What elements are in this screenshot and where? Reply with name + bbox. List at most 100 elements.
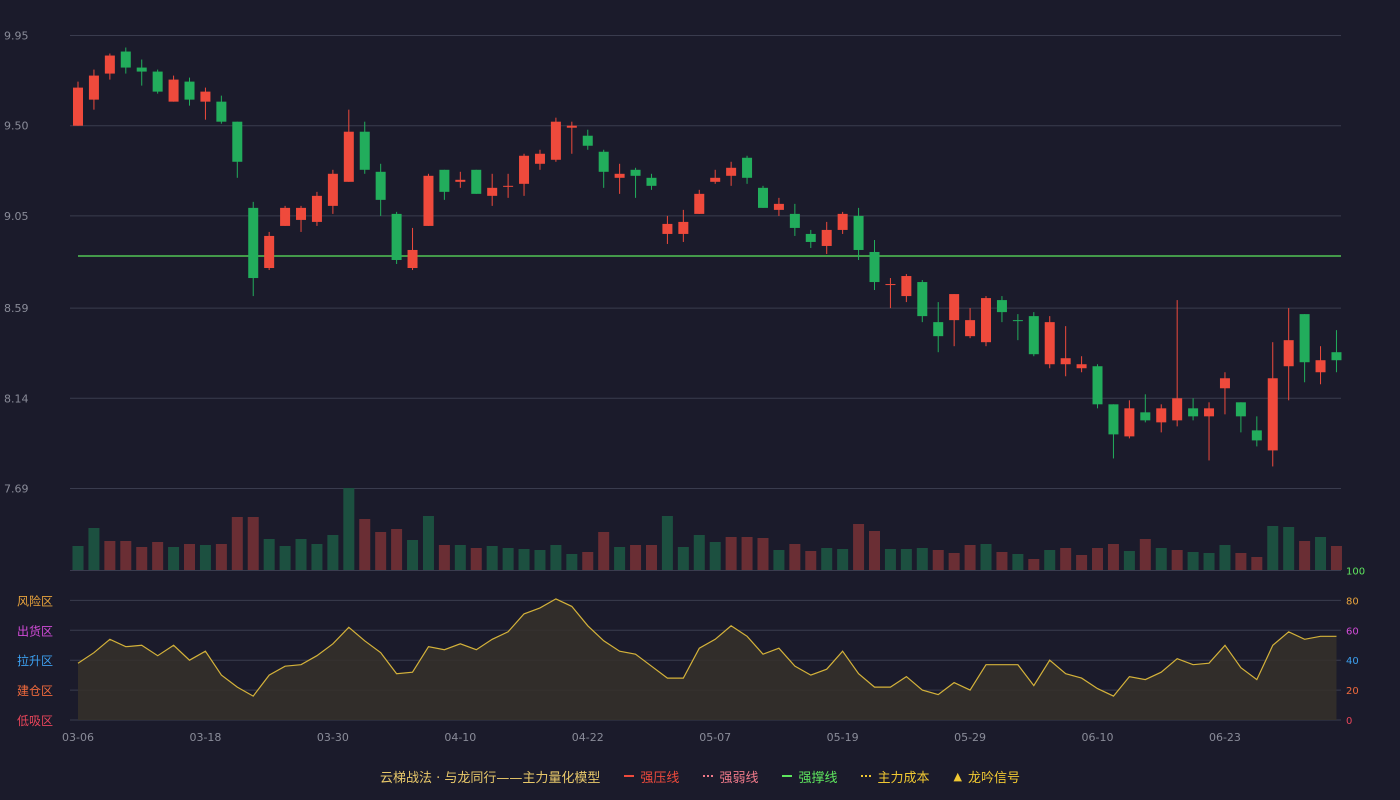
candle-body (1331, 352, 1342, 361)
candle-body (1299, 314, 1310, 363)
volume-bar (693, 535, 705, 570)
legend-item-strength[interactable]: 强弱线 (703, 767, 758, 786)
volume-bar (1330, 546, 1342, 570)
volume-bar (1123, 551, 1135, 570)
candle-body (965, 320, 976, 337)
candle-body (726, 167, 737, 176)
volume-bar (773, 550, 785, 570)
volume-bar (215, 544, 227, 570)
candle-body (1315, 360, 1326, 373)
volume-bar (964, 545, 976, 570)
volume-bar (884, 549, 896, 570)
candle-body (104, 55, 115, 74)
candle-body (837, 213, 848, 230)
candle-body (1092, 366, 1103, 405)
candle-body (678, 221, 689, 234)
candle-body (694, 193, 705, 214)
candle-body (1204, 408, 1215, 417)
volume-bar (916, 548, 928, 570)
volume-bar (359, 519, 371, 570)
volume-bar (1060, 548, 1072, 570)
legend-title: 云梯战法 · 与龙同行——主力量化模型 (380, 770, 601, 786)
zone-label: 拉升区 (17, 653, 53, 668)
volume-bar (853, 524, 865, 570)
candle-body (375, 171, 386, 200)
candle-body (789, 213, 800, 228)
candle-body (1012, 320, 1023, 322)
candle-body (439, 169, 450, 192)
volume-bar (741, 537, 753, 570)
x-tick-label: 03-06 (62, 731, 94, 744)
candle-body (885, 284, 896, 286)
volume-bar (343, 488, 355, 570)
candle-body (534, 153, 545, 164)
volume-bar (550, 545, 562, 570)
candle-body (311, 195, 322, 222)
candle-body (216, 101, 227, 122)
volume-bar (518, 549, 530, 570)
volume-bar (582, 552, 594, 570)
candle-body (1076, 364, 1087, 369)
candle-body (423, 175, 434, 226)
volume-bar (1092, 548, 1104, 570)
candle-body (455, 179, 466, 182)
candle-body (1251, 430, 1262, 441)
candle-body (407, 249, 418, 269)
volume-bar (391, 529, 403, 570)
legend-label: 强压线 (640, 770, 680, 786)
volume-bar (1171, 550, 1183, 570)
price-tick-label: 8.14 (4, 392, 29, 405)
legend-item-support[interactable]: 强撑线 (782, 767, 837, 786)
candle-body (566, 125, 577, 128)
candle-body (757, 187, 768, 208)
candle-body (152, 71, 163, 92)
volume-bar (598, 532, 610, 570)
volume-bar (263, 539, 275, 570)
volume-bar (837, 549, 849, 570)
price-tick-label: 9.05 (4, 210, 29, 223)
x-tick-label: 05-29 (954, 731, 986, 744)
volume-bar (709, 542, 721, 570)
strength-line-icon (703, 775, 714, 777)
resistance-line-icon (624, 775, 635, 777)
volume-bar (1283, 527, 1295, 570)
volume-bar (869, 531, 880, 570)
candle-body (742, 157, 753, 178)
candle-body (614, 173, 625, 178)
candle-body (88, 75, 99, 100)
candle-body (391, 213, 402, 260)
volume-bar (614, 547, 626, 570)
legend-label: 强撑线 (798, 770, 838, 786)
volume-bar (1076, 555, 1088, 570)
x-tick-label: 03-30 (317, 731, 349, 744)
triangle-icon: ▲ (953, 769, 962, 783)
legend-item-resistance[interactable]: 强压线 (624, 767, 679, 786)
oscillator-tick-label: 20 (1346, 686, 1359, 697)
candle-body (1108, 404, 1119, 435)
volume-bar (104, 541, 116, 570)
legend-item-dragon-signal[interactable]: ▲ 龙吟信号 (953, 767, 1019, 786)
volume-bar (996, 552, 1008, 570)
candle-body (869, 251, 880, 283)
candle-body (327, 173, 338, 206)
main-cost-line-icon (861, 775, 872, 777)
oscillator-tick-label: 80 (1346, 596, 1359, 607)
candle-body (917, 282, 928, 317)
volume-bar (1139, 539, 1151, 570)
legend-item-main-cost[interactable]: 主力成本 (861, 767, 929, 786)
candle-body (136, 67, 147, 72)
volume-bar (120, 541, 132, 570)
volume-bar (1235, 553, 1247, 570)
candle-body (73, 87, 83, 126)
stock-chart: 9.95 9.50 9.05 8.59 8.14 7.69 风险区出货区拉升区建仓区低吸区 1… (4, 30, 1365, 745)
volume-bar (1315, 537, 1327, 570)
price-tick-label: 8.59 (4, 302, 29, 315)
volume-bar (1219, 545, 1231, 570)
price-tick-label: 9.50 (4, 120, 29, 133)
x-tick-label: 06-23 (1209, 731, 1241, 744)
volume-bar (645, 545, 657, 570)
volume-bar (231, 517, 243, 570)
candle-body (1267, 378, 1278, 451)
oscillator-tick-label: 0 (1346, 716, 1352, 727)
legend-label: 主力成本 (877, 770, 930, 786)
